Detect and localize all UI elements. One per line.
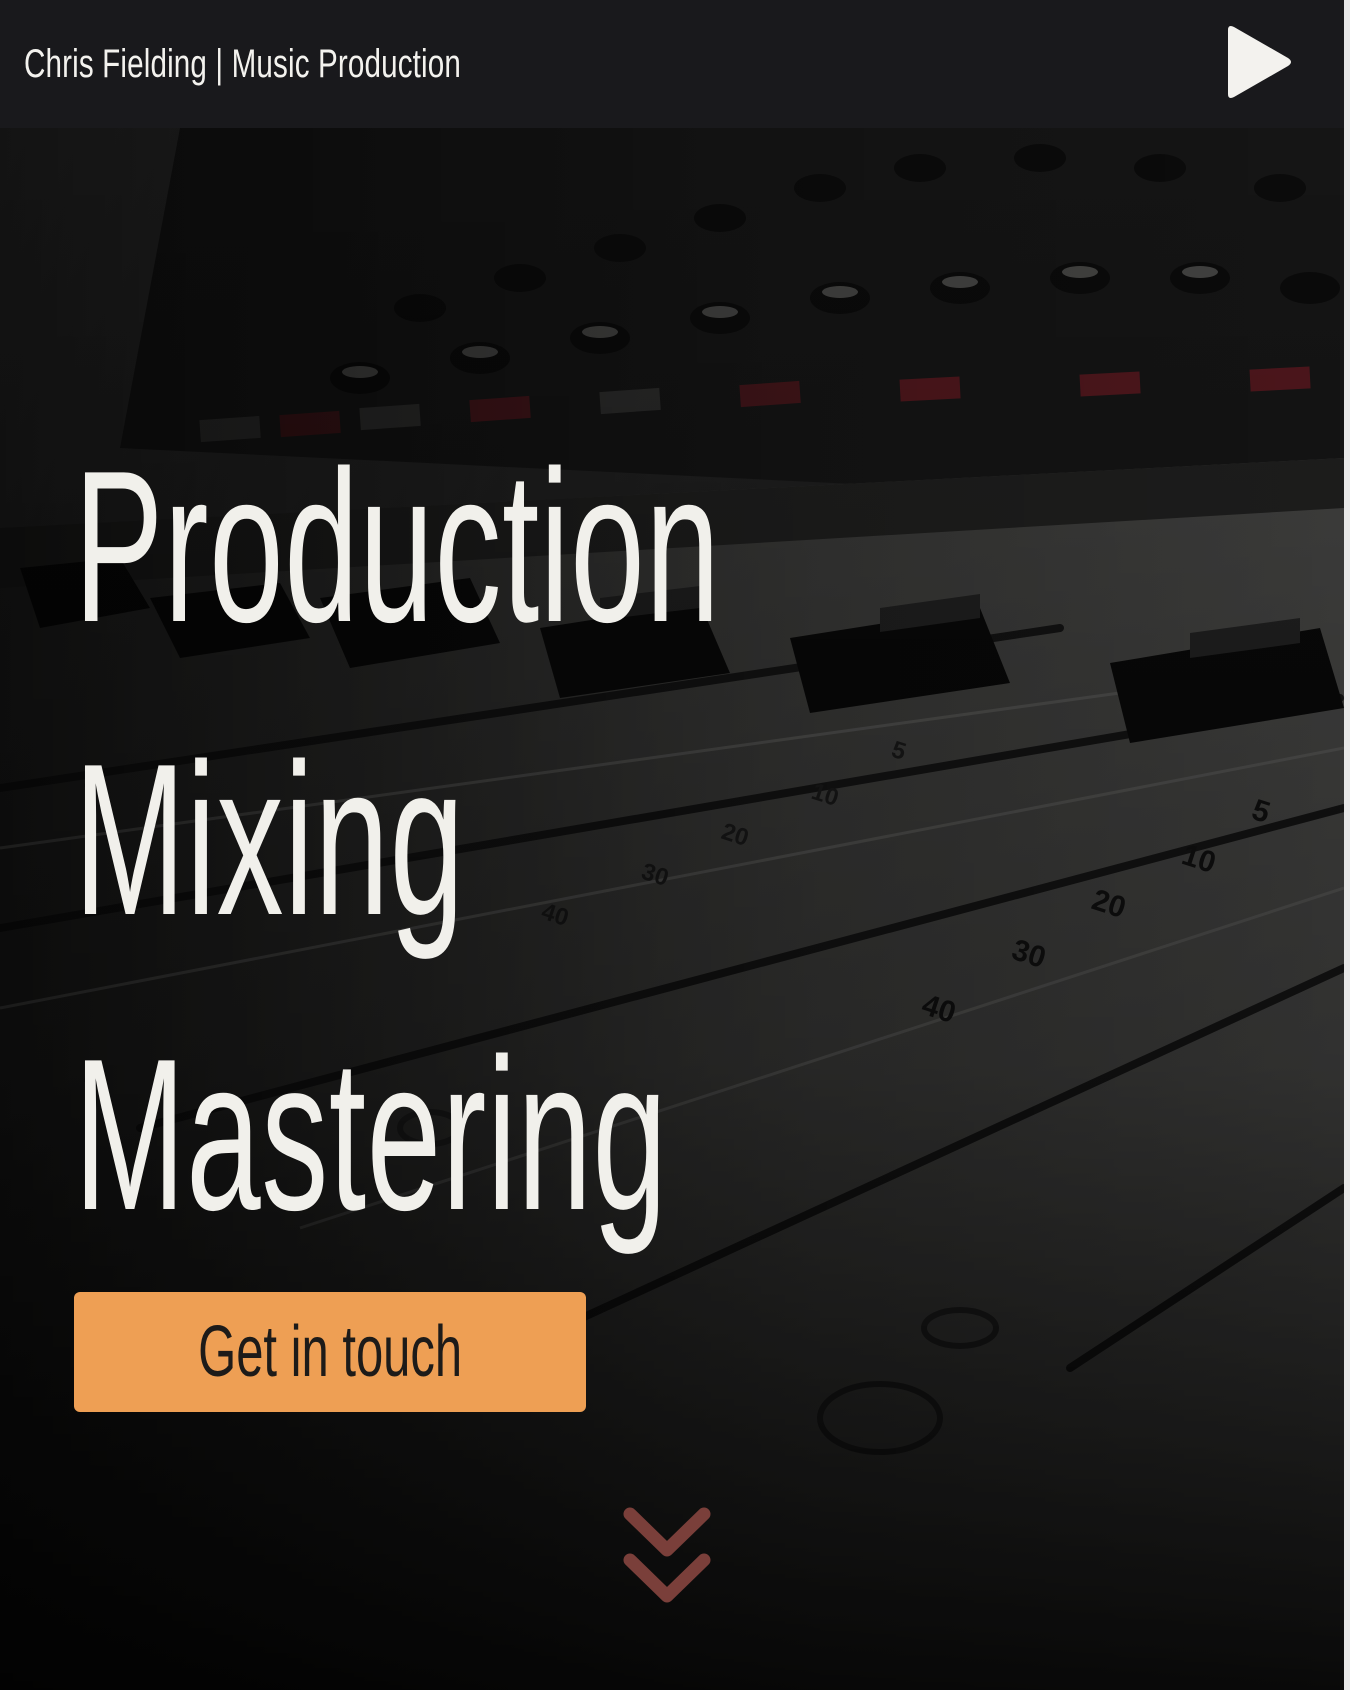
double-chevron-down-icon[interactable] (620, 1504, 714, 1608)
heading-production: Production (74, 425, 721, 667)
play-icon[interactable] (1222, 24, 1294, 100)
site-header: Chris Fielding | Music Production (0, 0, 1344, 128)
get-in-touch-button[interactable]: Get in touch (74, 1292, 586, 1412)
heading-mastering: Mastering (74, 1013, 668, 1255)
page: Chris Fielding | Music Production Produc… (0, 0, 1350, 1690)
get-in-touch-label: Get in touch (197, 1312, 462, 1392)
scrollbar-edge (1344, 0, 1350, 1690)
site-title[interactable]: Chris Fielding | Music Production (24, 34, 461, 94)
heading-mixing: Mixing (74, 718, 465, 960)
hero-section: 5 10 20 30 40 10 20 30 40 5 (0, 128, 1344, 1690)
